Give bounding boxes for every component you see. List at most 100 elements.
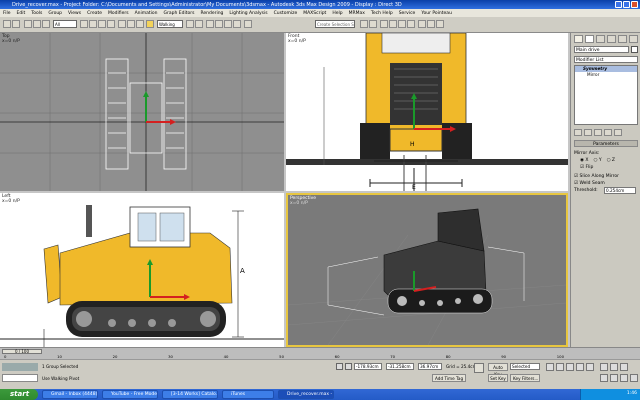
link-icon[interactable]	[24, 20, 32, 28]
lock-selection-icon[interactable]	[336, 363, 343, 370]
task-catalog[interactable]: [3-14 Works] Catalo...	[162, 390, 218, 399]
menu-mrmax[interactable]: MRMax	[349, 11, 365, 16]
create-tab-icon[interactable]	[574, 35, 583, 43]
menu-modifiers[interactable]: Modifiers	[108, 11, 129, 16]
pan-view-icon[interactable]	[610, 374, 618, 382]
window-crossing-icon[interactable]	[107, 20, 115, 28]
bind-spacewarp-icon[interactable]	[42, 20, 50, 28]
absolute-mode-icon[interactable]	[345, 363, 352, 370]
orbit-icon[interactable]	[620, 374, 628, 382]
menu-customize[interactable]: Customize	[274, 11, 298, 16]
utilities-tab-icon[interactable]	[629, 35, 638, 43]
close-button[interactable]	[631, 1, 638, 8]
material-editor-icon[interactable]	[407, 20, 415, 28]
select-by-name-icon[interactable]	[89, 20, 97, 28]
maximize-viewport-icon[interactable]	[630, 374, 638, 382]
render-setup-icon[interactable]	[418, 20, 426, 28]
configure-sets-icon[interactable]	[614, 129, 622, 136]
curve-editor-icon[interactable]	[389, 20, 397, 28]
select-rotate-icon[interactable]	[127, 20, 135, 28]
play-icon[interactable]	[566, 363, 574, 371]
spinner-snap-icon[interactable]	[233, 20, 241, 28]
hierarchy-tab-icon[interactable]	[596, 35, 605, 43]
rect-region-icon[interactable]	[98, 20, 106, 28]
next-frame-icon[interactable]	[576, 363, 584, 371]
layer-manager-icon[interactable]	[380, 20, 388, 28]
task-3dsmax[interactable]: Drive_recover.max - ...	[278, 390, 334, 399]
selection-filter-dropdown[interactable]: All	[53, 20, 77, 28]
minimize-button[interactable]	[615, 1, 622, 8]
go-to-end-icon[interactable]	[586, 363, 594, 371]
snaps-toggle-icon[interactable]	[206, 20, 214, 28]
unlink-icon[interactable]	[33, 20, 41, 28]
slice-checkbox[interactable]: ☑ Slice Along Mirror	[574, 173, 638, 180]
menu-graph-editors[interactable]: Graph Editors	[164, 11, 195, 16]
menu-group[interactable]: Group	[48, 11, 62, 16]
viewport-left[interactable]: Left x=0 n/P A	[0, 193, 284, 347]
maxscript-input[interactable]	[2, 374, 38, 382]
z-coordinate-field[interactable]: 36.97cm	[418, 363, 442, 370]
schematic-view-icon[interactable]	[398, 20, 406, 28]
select-scale-icon[interactable]	[136, 20, 144, 28]
undo-icon[interactable]	[3, 20, 11, 28]
make-unique-icon[interactable]	[594, 129, 602, 136]
mirror-icon[interactable]	[360, 20, 368, 28]
menu-tools[interactable]: Tools	[31, 11, 42, 16]
zoom-extents-icon[interactable]	[620, 363, 628, 371]
menu-animation[interactable]: Animation	[135, 11, 158, 16]
menu-rendering[interactable]: Rendering	[200, 11, 223, 16]
render-frame-icon[interactable]	[427, 20, 435, 28]
auto-key-button[interactable]: Auto Key	[488, 363, 508, 377]
maximize-button[interactable]	[623, 1, 630, 8]
select-object-icon[interactable]	[80, 20, 88, 28]
quick-render-icon[interactable]	[436, 20, 444, 28]
menu-file[interactable]: File	[3, 11, 11, 16]
object-name-field[interactable]: Main drive	[574, 46, 629, 53]
angle-snap-icon[interactable]	[215, 20, 223, 28]
object-color-swatch[interactable]	[631, 46, 638, 53]
selection-set-field[interactable]: Create Selection Set	[315, 20, 355, 28]
parameters-rollout[interactable]: Parameters	[574, 140, 638, 147]
x-coordinate-field[interactable]: -178.93cm	[354, 363, 382, 370]
add-time-tag-button[interactable]: Add Time Tag	[432, 374, 466, 382]
task-itunes[interactable]: iTunes	[222, 390, 274, 399]
reference-coord-dropdown[interactable]: Walking	[157, 20, 183, 28]
menu-create[interactable]: Create	[87, 11, 102, 16]
manipulate-icon[interactable]	[195, 20, 203, 28]
axis-y-radio[interactable]: ○ Y	[593, 157, 601, 164]
display-tab-icon[interactable]	[618, 35, 627, 43]
set-key-icon[interactable]	[474, 363, 484, 373]
menu-lighting-analysis[interactable]: Lighting Analysis	[229, 11, 267, 16]
named-selection-icon[interactable]	[244, 20, 252, 28]
menu-views[interactable]: Views	[68, 11, 81, 16]
set-key-button[interactable]: Set Key	[488, 374, 508, 382]
start-button[interactable]: start	[0, 389, 38, 400]
show-end-result-icon[interactable]	[584, 129, 592, 136]
go-to-start-icon[interactable]	[546, 363, 554, 371]
menu-service[interactable]: Service	[399, 11, 416, 16]
menu-tech-help[interactable]: Tech Help	[371, 11, 393, 16]
previous-frame-icon[interactable]	[556, 363, 564, 371]
task-youtube[interactable]: YouTube - Free Models...	[102, 390, 158, 399]
select-move-icon[interactable]	[118, 20, 126, 28]
field-of-view-icon[interactable]	[600, 374, 608, 382]
motion-tab-icon[interactable]	[607, 35, 616, 43]
viewport-top[interactable]: Top x=0 n/P	[0, 33, 284, 191]
viewport-perspective[interactable]: Perspective x=0 n/P	[286, 193, 568, 347]
menu-edit[interactable]: Edit	[17, 11, 26, 16]
maxscript-listener-mini[interactable]	[2, 363, 38, 371]
y-coordinate-field[interactable]: -31.258cm	[386, 363, 414, 370]
axis-x-radio[interactable]: ◉ X	[580, 157, 588, 164]
stack-item-mirror[interactable]: Mirror	[575, 72, 637, 78]
task-gmail[interactable]: Gmail - Inbox (4448)...	[42, 390, 98, 399]
viewport-front[interactable]: Front x=0 n/P H E	[286, 33, 568, 191]
zoom-all-icon[interactable]	[610, 363, 618, 371]
time-slider[interactable]: 0 / 100 0 10 20 30 40 50 60 70 80 90 100	[0, 347, 640, 359]
key-filters-button[interactable]: Key Filters...	[510, 374, 540, 382]
selected-dropdown[interactable]: Selected	[510, 363, 540, 370]
weld-checkbox[interactable]: ☑ Weld Seam	[574, 180, 638, 187]
menu-maxscript[interactable]: MAXScript	[303, 11, 326, 16]
align-icon[interactable]	[369, 20, 377, 28]
pin-stack-icon[interactable]	[574, 129, 582, 136]
flip-checkbox[interactable]: ☑ Flip	[574, 164, 638, 171]
